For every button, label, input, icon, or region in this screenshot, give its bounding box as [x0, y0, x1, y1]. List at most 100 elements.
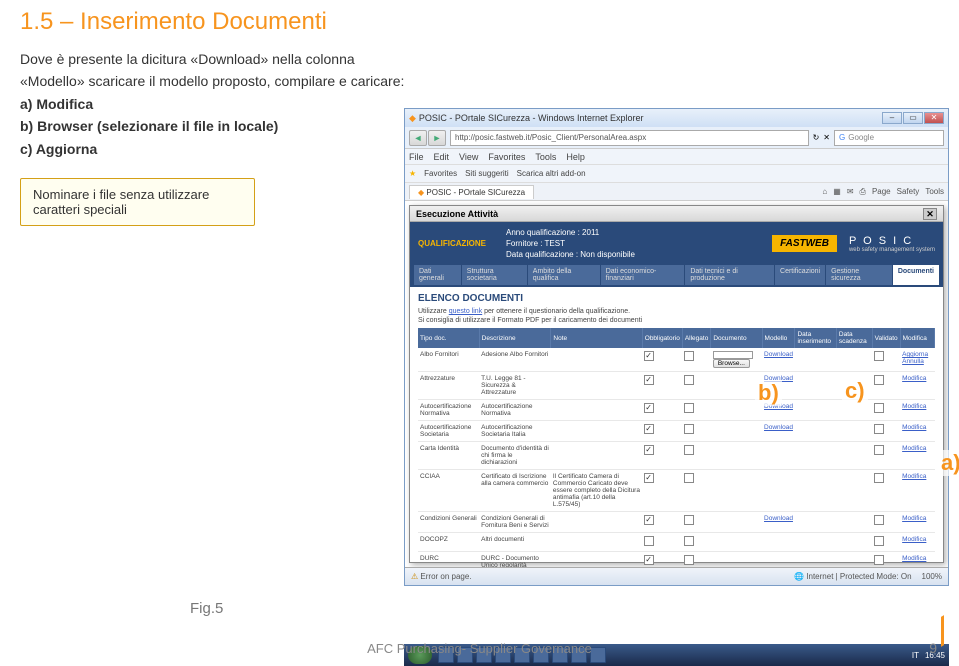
- menu-favorites[interactable]: Favorites: [488, 152, 525, 162]
- checkbox-allegato: [684, 445, 694, 455]
- table-header: Documento: [711, 328, 762, 348]
- cell-action[interactable]: Modifica: [900, 421, 934, 442]
- maximize-button[interactable]: ▭: [903, 112, 923, 124]
- forward-button[interactable]: ►: [428, 130, 446, 146]
- cell-action[interactable]: Modifica: [900, 533, 934, 552]
- cell-doc: [711, 470, 762, 512]
- qual-data: Data qualificazione : Non disponibile: [506, 250, 772, 259]
- cell-modello: [762, 470, 795, 512]
- checkbox-allegato: [684, 403, 694, 413]
- refresh-icon[interactable]: ↻: [813, 133, 820, 142]
- feed-icon[interactable]: ▦: [833, 187, 841, 197]
- cell-action[interactable]: Modifica: [900, 442, 934, 470]
- print-icon[interactable]: ⎙: [860, 187, 866, 197]
- fav-item-addon[interactable]: Scarica altri add-on: [517, 169, 586, 178]
- stop-icon[interactable]: ✕: [823, 133, 830, 142]
- back-button[interactable]: ◄: [409, 130, 427, 146]
- cell-action[interactable]: Modifica: [900, 512, 934, 533]
- tab-dati-generali[interactable]: Dati generali: [414, 265, 461, 285]
- checkbox-validato: [874, 445, 884, 455]
- tab-economico[interactable]: Dati economico-finanziari: [601, 265, 685, 285]
- menu-edit[interactable]: Edit: [434, 152, 450, 162]
- file-input[interactable]: [713, 351, 753, 359]
- table-header: Modifica: [900, 328, 934, 348]
- minimize-button[interactable]: –: [882, 112, 902, 124]
- mail-icon[interactable]: ✉: [847, 187, 854, 197]
- tab-tecnici[interactable]: Dati tecnici e di produzione: [685, 265, 774, 285]
- cell-all: [682, 552, 711, 568]
- cell-note: [551, 372, 642, 400]
- menu-tools[interactable]: Tools: [535, 152, 556, 162]
- status-mode: 🌐 Internet | Protected Mode: On: [794, 572, 911, 581]
- cell-obb: [642, 533, 682, 552]
- cell-dins: [795, 400, 836, 421]
- cell-obb: [642, 442, 682, 470]
- menu-view[interactable]: View: [459, 152, 478, 162]
- cell-dsca: [836, 533, 872, 552]
- close-button[interactable]: ✕: [924, 112, 944, 124]
- fav-item-siti[interactable]: Siti suggeriti: [465, 169, 509, 178]
- cell-doc: [711, 442, 762, 470]
- cell-dsca: [836, 421, 872, 442]
- cell-doc: Browse...: [711, 348, 762, 372]
- tab-struttura[interactable]: Struttura societaria: [462, 265, 527, 285]
- modal-close-button[interactable]: ✕: [923, 208, 937, 220]
- cell-action[interactable]: Aggiorna Annulla: [900, 348, 934, 372]
- search-placeholder: Google: [848, 133, 874, 142]
- cell-action[interactable]: Modifica: [900, 372, 934, 400]
- browser-tab[interactable]: ◆ POSIC - POrtale SICurezza: [409, 185, 534, 199]
- table-header: Obbligatorio: [642, 328, 682, 348]
- cell-action[interactable]: Modifica: [900, 552, 934, 568]
- tab-cert[interactable]: Certificazioni: [775, 265, 825, 285]
- annotation-c: c): [842, 378, 868, 404]
- cell-dins: [795, 442, 836, 470]
- cell-tipo: DURC: [418, 552, 479, 568]
- cell-note: [551, 512, 642, 533]
- status-bar: ⚠ Error on page. 🌐 Internet | Protected …: [405, 567, 948, 585]
- page-title: 1.5 – Inserimento Documenti: [20, 8, 959, 36]
- cell-modello: [762, 552, 795, 568]
- cell-note: [551, 552, 642, 568]
- page-number: 9: [929, 640, 937, 656]
- cell-tipo: CCIAA: [418, 470, 479, 512]
- tools-menu[interactable]: Tools: [925, 187, 944, 197]
- cell-desc: DURC - Documento Unico regolarità contri…: [479, 552, 551, 568]
- cell-modello: [762, 533, 795, 552]
- status-zoom[interactable]: 100%: [922, 572, 942, 581]
- checkbox-obbligatorio: [644, 555, 654, 565]
- url-input[interactable]: http://posic.fastweb.it/Posic_Client/Per…: [450, 130, 809, 146]
- cell-action[interactable]: Modifica: [900, 400, 934, 421]
- intro-text: Dove è presente la dicitura «Download» n…: [20, 48, 420, 160]
- step-b: b) Browser (selezionare il file in local…: [20, 118, 278, 134]
- cell-tipo: Autocertificazione Normativa: [418, 400, 479, 421]
- safety-menu[interactable]: Safety: [897, 187, 920, 197]
- cell-desc: Condizioni Generali di Fornitura Beni e …: [479, 512, 551, 533]
- tab-documenti[interactable]: Documenti: [893, 265, 939, 285]
- favorites-star-icon[interactable]: ★: [409, 169, 416, 178]
- tab-ambito[interactable]: Ambito della qualifica: [528, 265, 600, 285]
- cell-val: [872, 512, 900, 533]
- tab-sicurezza[interactable]: Gestione sicurezza: [826, 265, 892, 285]
- favorites-label[interactable]: Favorites: [424, 169, 457, 178]
- questionario-link[interactable]: questo link: [449, 308, 482, 315]
- cell-modello[interactable]: Download: [762, 348, 795, 372]
- elenco-pdf-note: Si consiglia di utilizzare il Formato PD…: [418, 317, 935, 324]
- checkbox-obbligatorio: [644, 351, 654, 361]
- cell-val: [872, 533, 900, 552]
- cell-modello[interactable]: Download: [762, 512, 795, 533]
- search-input[interactable]: G Google: [834, 130, 944, 146]
- menu-help[interactable]: Help: [566, 152, 585, 162]
- cell-modello[interactable]: Download: [762, 421, 795, 442]
- home-icon[interactable]: ⌂: [822, 187, 827, 197]
- menu-file[interactable]: File: [409, 152, 424, 162]
- cell-desc: Altri documenti: [479, 533, 551, 552]
- google-icon: G: [839, 133, 845, 142]
- qual-label: QUALIFICAZIONE: [418, 239, 486, 248]
- checkbox-allegato: [684, 515, 694, 525]
- table-header: Allegato: [682, 328, 711, 348]
- elenco-title: ELENCO DOCUMENTI: [418, 293, 935, 304]
- page-menu[interactable]: Page: [872, 187, 891, 197]
- browse-button[interactable]: Browse...: [713, 359, 750, 368]
- cell-action[interactable]: Modifica: [900, 470, 934, 512]
- cell-desc: Autocertificazione Societaria Italia: [479, 421, 551, 442]
